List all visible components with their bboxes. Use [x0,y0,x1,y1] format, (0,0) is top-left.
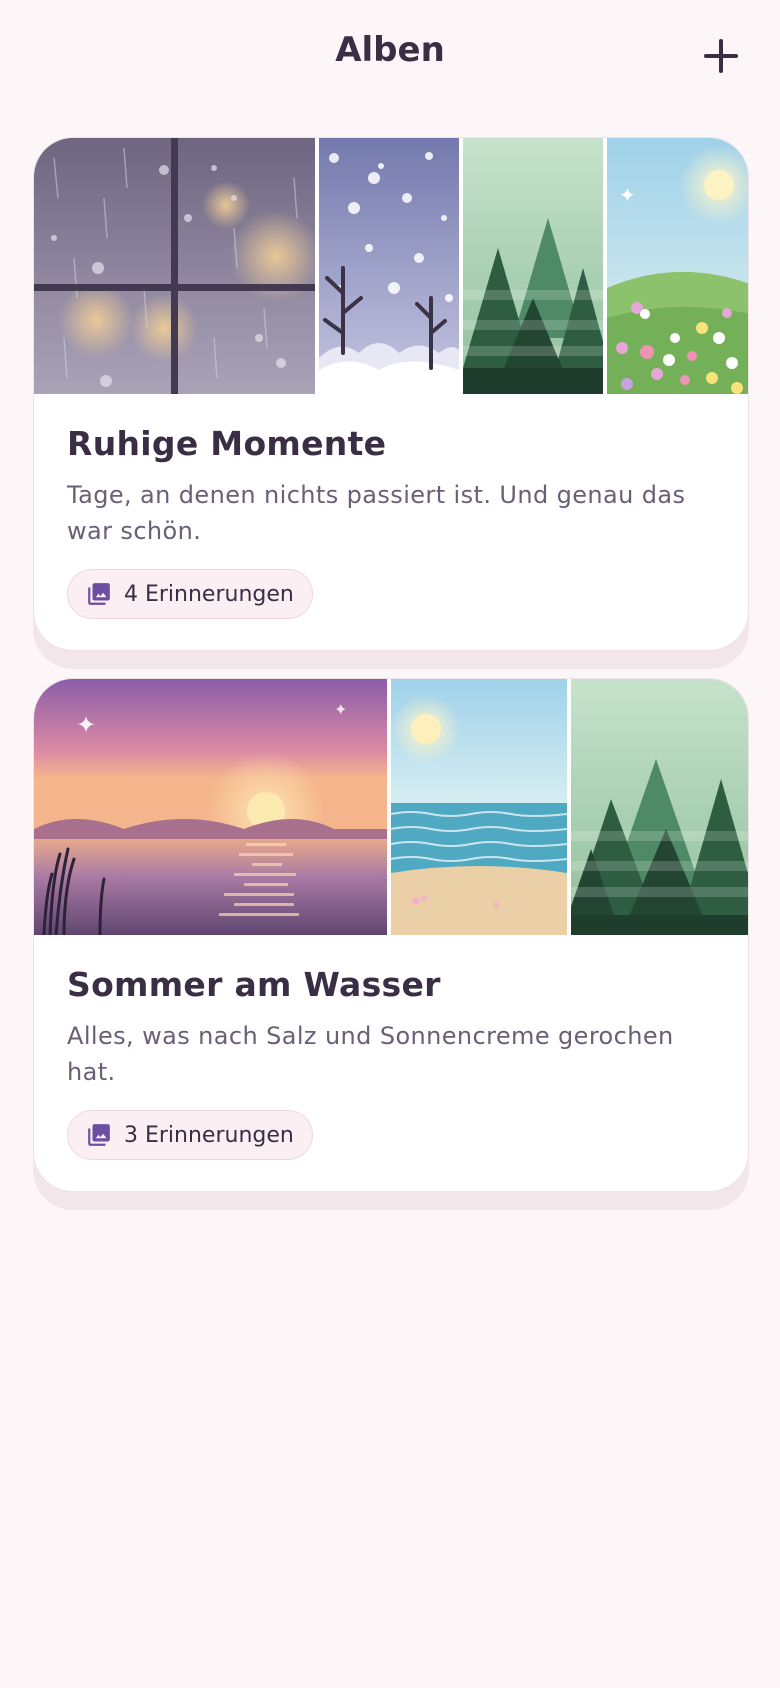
svg-text:✦: ✦ [334,700,347,719]
photo-sunset-lake: ✦ ✦ [34,679,387,935]
memory-count-badge: 3 Erinnerungen [67,1110,313,1160]
album-description: Alles, was nach Salz und Sonnencreme ger… [67,1022,674,1086]
photo-library-icon [88,1124,110,1146]
photo-snow-trees [319,138,459,394]
photo-flower-meadow: ✦ [607,138,748,394]
album-card-body: Sommer am Wasser Alles, was nach Salz un… [67,935,715,1160]
memory-count-label: 3 Erinnerungen [124,1122,294,1148]
plus-icon[interactable] [700,35,742,77]
album-title: Sommer am Wasser [67,965,441,1004]
album-card[interactable]: ✦ ✦ Sommer am Wasser Alles, was nach Sal… [33,678,749,1210]
photo-library-icon [88,583,110,605]
memory-count-label: 4 Erinnerungen [124,581,294,607]
album-card-surface[interactable]: ✦ Ruhige Momente Tage, an denen nichts p… [33,137,749,651]
svg-text:✦: ✦ [619,183,636,207]
app-header: Alben [0,0,780,110]
svg-text:✦: ✦ [76,711,96,739]
album-card-surface[interactable]: ✦ ✦ Sommer am Wasser Alles, was nach Sal… [33,678,749,1192]
photo-strip: ✦ [34,138,748,394]
page-title: Alben [335,30,445,70]
album-card-body: Ruhige Momente Tage, an denen nichts pas… [67,394,715,619]
album-card[interactable]: ✦ Ruhige Momente Tage, an denen nichts p… [33,137,749,669]
photo-rain-window [34,138,315,394]
photo-strip: ✦ ✦ [34,679,748,935]
album-description: Tage, an denen nichts passiert ist. Und … [67,481,686,545]
memory-count-badge: 4 Erinnerungen [67,569,313,619]
photo-forest [571,679,748,935]
album-title: Ruhige Momente [67,424,387,463]
photo-beach [391,679,567,935]
photo-forest [463,138,603,394]
